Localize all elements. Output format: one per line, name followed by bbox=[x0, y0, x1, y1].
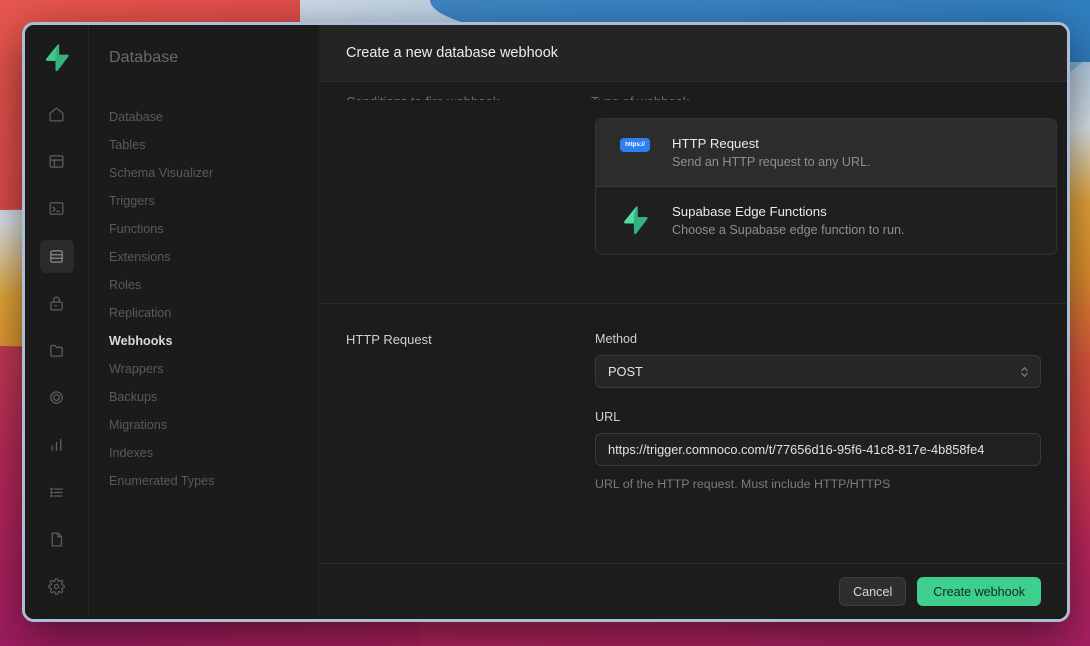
sidebar-item-extensions[interactable]: Extensions bbox=[89, 243, 318, 271]
url-input[interactable]: https://trigger.comnoco.com/t/77656d16-9… bbox=[595, 433, 1041, 466]
sidebar-item-replication[interactable]: Replication bbox=[89, 299, 318, 327]
sidebar-item-backups[interactable]: Backups bbox=[89, 383, 318, 411]
settings-gear-icon[interactable] bbox=[40, 570, 74, 603]
database-sidebar: Database Database Tables Schema Visualiz… bbox=[89, 25, 319, 619]
sidebar-item-enumerated-types[interactable]: Enumerated Types bbox=[89, 467, 318, 495]
https-badge-label: https:// bbox=[620, 138, 650, 152]
option-text: HTTP Request Send an HTTP request to any… bbox=[672, 136, 871, 169]
sidebar-item-tables[interactable]: Tables bbox=[89, 131, 318, 159]
option-title: HTTP Request bbox=[672, 136, 871, 151]
http-request-label: HTTP Request bbox=[346, 332, 595, 347]
modal-title: Create a new database webhook bbox=[346, 45, 558, 61]
sidebar-item-indexes[interactable]: Indexes bbox=[89, 439, 318, 467]
sidebar-item-wrappers[interactable]: Wrappers bbox=[89, 355, 318, 383]
sidebar-item-functions[interactable]: Functions bbox=[89, 215, 318, 243]
webhook-type-option-edge-functions[interactable]: Supabase Edge Functions Choose a Supabas… bbox=[596, 187, 1056, 254]
sidebar-item-migrations[interactable]: Migrations bbox=[89, 411, 318, 439]
clipped-previous-section: Conditions to fire webhook Type of webho… bbox=[320, 82, 1067, 100]
option-text: Supabase Edge Functions Choose a Supabas… bbox=[672, 204, 904, 237]
create-webhook-button[interactable]: Create webhook bbox=[917, 577, 1041, 606]
sidebar-title: Database bbox=[89, 43, 318, 67]
method-select-value: POST bbox=[608, 364, 643, 379]
method-select[interactable]: POST bbox=[595, 355, 1041, 388]
cancel-button[interactable]: Cancel bbox=[839, 577, 906, 606]
table-editor-icon[interactable] bbox=[40, 145, 74, 178]
http-request-form-section: HTTP Request Method POST URL https://tri… bbox=[320, 304, 1067, 517]
sidebar-item-triggers[interactable]: Triggers bbox=[89, 187, 318, 215]
modal-body: Conditions to fire webhook Type of webho… bbox=[320, 82, 1067, 563]
modal-footer: Cancel Create webhook bbox=[320, 563, 1067, 619]
create-webhook-modal: Create a new database webhook Conditions… bbox=[320, 25, 1067, 619]
webhook-type-section: https:// HTTP Request Send an HTTP reque… bbox=[320, 118, 1067, 255]
logs-list-icon[interactable] bbox=[40, 475, 74, 508]
sidebar-item-database[interactable]: Database bbox=[89, 103, 318, 131]
url-help-text: URL of the HTTP request. Must include HT… bbox=[595, 477, 1041, 491]
form-section-label: HTTP Request bbox=[346, 332, 595, 491]
database-icon[interactable] bbox=[40, 240, 74, 273]
api-docs-icon[interactable] bbox=[40, 523, 74, 556]
supabase-logo[interactable] bbox=[37, 37, 77, 78]
webhook-type-option-list: https:// HTTP Request Send an HTTP reque… bbox=[595, 118, 1057, 255]
storage-folder-icon[interactable] bbox=[40, 334, 74, 367]
field-gap bbox=[595, 388, 1041, 410]
reports-chart-icon[interactable] bbox=[40, 428, 74, 461]
section-spacer bbox=[320, 255, 1067, 303]
clipped-right-label: Type of webhook bbox=[591, 94, 1041, 100]
sql-editor-icon[interactable] bbox=[40, 192, 74, 225]
app-window: Database Database Tables Schema Visualiz… bbox=[22, 22, 1070, 622]
option-description: Send an HTTP request to any URL. bbox=[672, 155, 871, 169]
method-label: Method bbox=[595, 332, 1041, 346]
realtime-icon[interactable] bbox=[40, 381, 74, 414]
sidebar-item-schema-visualizer[interactable]: Schema Visualizer bbox=[89, 159, 318, 187]
url-label: URL bbox=[595, 410, 1041, 424]
icon-rail bbox=[25, 25, 89, 619]
form-fields: Method POST URL https://trigger.comnoco.… bbox=[595, 332, 1041, 491]
chevron-up-down-icon bbox=[1020, 365, 1029, 379]
modal-header: Create a new database webhook bbox=[320, 25, 1067, 82]
authentication-lock-icon[interactable] bbox=[40, 287, 74, 320]
clipped-left-label: Conditions to fire webhook bbox=[346, 94, 591, 100]
sidebar-item-roles[interactable]: Roles bbox=[89, 271, 318, 299]
supabase-logo-icon bbox=[614, 204, 656, 234]
webhook-type-option-http-request[interactable]: https:// HTTP Request Send an HTTP reque… bbox=[596, 119, 1056, 187]
https-badge-icon: https:// bbox=[614, 136, 656, 152]
home-icon[interactable] bbox=[40, 98, 74, 131]
option-title: Supabase Edge Functions bbox=[672, 204, 904, 219]
sidebar-item-webhooks[interactable]: Webhooks bbox=[89, 327, 318, 355]
option-description: Choose a Supabase edge function to run. bbox=[672, 223, 904, 237]
